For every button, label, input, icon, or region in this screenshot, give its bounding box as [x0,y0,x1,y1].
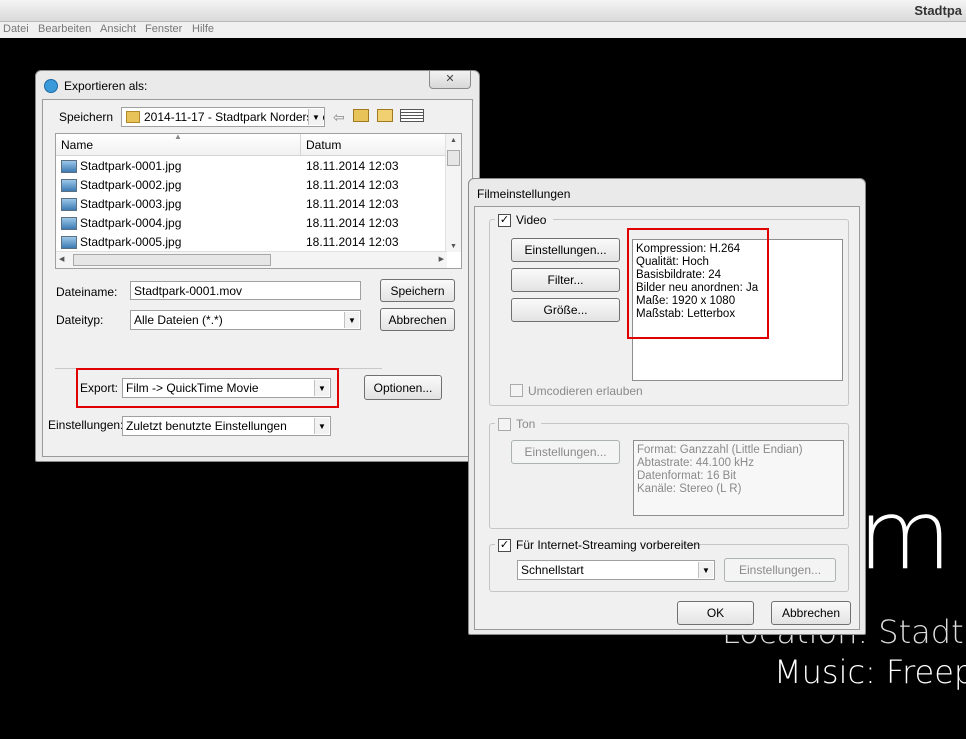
file-row[interactable]: Stadtpark-0001.jpg 18.11.2014 12:03 [56,157,456,176]
file-row[interactable]: Stadtpark-0003.jpg 18.11.2014 12:03 [56,195,456,214]
size-button[interactable]: Größe... [511,298,620,322]
sound-settings-button[interactable]: Einstellungen... [511,440,620,464]
file-list[interactable]: Name ▲ Datum Stadtpark-0001.jpg 18.11.20… [55,133,462,269]
app-title: Stadtpa [914,3,962,18]
image-file-icon [61,179,77,192]
highlight-export [76,368,339,408]
horizontal-scrollbar[interactable]: ◀ ▶ [56,251,447,268]
chevron-down-icon: ▼ [698,562,713,578]
scroll-up-icon[interactable]: ▲ [450,137,457,144]
recode-label: Umcodieren erlauben [528,384,643,398]
save-button[interactable]: Speichern [380,279,455,302]
cancel-button[interactable]: Abbrechen [771,601,851,625]
scroll-thumb[interactable] [447,150,460,166]
settings-combo[interactable]: Zuletzt benutzte Einstellungen ▼ [122,416,331,436]
app-titlebar: Stadtpa [0,0,966,22]
recode-checkbox[interactable] [510,384,523,397]
menubar: Datei Bearbeiten Ansicht Fenster Hilfe [0,22,966,38]
scroll-right-icon[interactable]: ▶ [439,255,444,263]
filetype-label: Dateityp: [56,313,104,327]
vertical-scrollbar[interactable]: ▲ ▼ [445,134,461,252]
file-row[interactable]: Stadtpark-0005.jpg 18.11.2014 12:03 [56,233,456,252]
ok-button[interactable]: OK [677,601,754,625]
video-checkbox[interactable]: ✓ [498,214,511,227]
menu-fenster[interactable]: Fenster [145,23,182,35]
menu-datei[interactable]: Datei [3,23,29,35]
filter-button[interactable]: Filter... [511,268,620,292]
scroll-left-icon[interactable]: ◀ [59,255,64,263]
filename-label: Dateiname: [56,285,118,299]
video-header: ✓ Video [495,212,553,228]
sound-header: Ton [495,416,541,432]
menu-bearbeiten[interactable]: Bearbeiten [38,23,91,35]
filename-input[interactable]: Stadtpark-0001.mov [130,281,361,300]
film-dialog-title: Filmeinstellungen [477,187,571,201]
image-file-icon [61,236,77,249]
folder-up-icon[interactable] [353,109,369,122]
video-label: Video [516,213,547,227]
cancel-button[interactable]: Abbrechen [380,308,455,331]
close-button[interactable]: ✕ [429,71,471,89]
chevron-down-icon: ▼ [344,312,359,328]
chevron-down-icon: ▼ [308,109,323,125]
menu-hilfe[interactable]: Hilfe [192,23,214,35]
column-name[interactable]: Name ▲ [56,134,301,156]
folder-combo[interactable]: 2014-11-17 - Stadtpark Norderstec ▼ [121,107,325,127]
highlight-video-info [627,228,769,339]
sound-info-box: Format: Ganzzahl (Little Endian) Abtastr… [633,440,844,516]
folder-icon [126,111,140,123]
folder-value: 2014-11-17 - Stadtpark Norderstec [144,110,325,124]
streaming-header: ✓ Für Internet-Streaming vorbereiten [495,537,700,553]
chevron-down-icon: ▼ [314,418,329,434]
preview-title-fragment: m [858,479,952,591]
sound-label: Ton [516,417,536,431]
video-settings-button[interactable]: Einstellungen... [511,238,620,262]
scroll-down-icon[interactable]: ▼ [450,243,457,250]
image-file-icon [61,217,77,230]
streaming-combo[interactable]: Schnellstart ▼ [517,560,715,580]
close-icon: ✕ [445,73,455,85]
streaming-checkbox[interactable]: ✓ [498,539,511,552]
save-in-label: Speichern [59,110,114,124]
filetype-combo[interactable]: Alle Dateien (*.*) ▼ [130,310,361,330]
menu-ansicht[interactable]: Ansicht [100,23,136,35]
column-date[interactable]: Datum [301,134,447,156]
sound-checkbox[interactable] [498,418,511,431]
view-menu-icon[interactable] [400,109,424,122]
file-row[interactable]: Stadtpark-0004.jpg 18.11.2014 12:03 [56,214,456,233]
quicktime-icon [44,79,58,93]
export-dialog-title: Exportieren als: [64,79,148,93]
file-row[interactable]: Stadtpark-0002.jpg 18.11.2014 12:03 [56,176,456,195]
image-file-icon [61,160,77,173]
image-file-icon [61,198,77,211]
preview-music-text: Music: Freep [774,653,966,691]
scroll-thumb-horizontal[interactable] [73,254,271,266]
new-folder-icon[interactable] [377,109,393,122]
streaming-label: Für Internet-Streaming vorbereiten [516,538,701,552]
back-icon[interactable]: ⇦ [333,109,345,126]
options-button[interactable]: Optionen... [364,375,442,400]
settings-label: Einstellungen: [48,418,124,432]
streaming-settings-button[interactable]: Einstellungen... [724,558,836,582]
sort-ascending-icon: ▲ [174,133,182,141]
